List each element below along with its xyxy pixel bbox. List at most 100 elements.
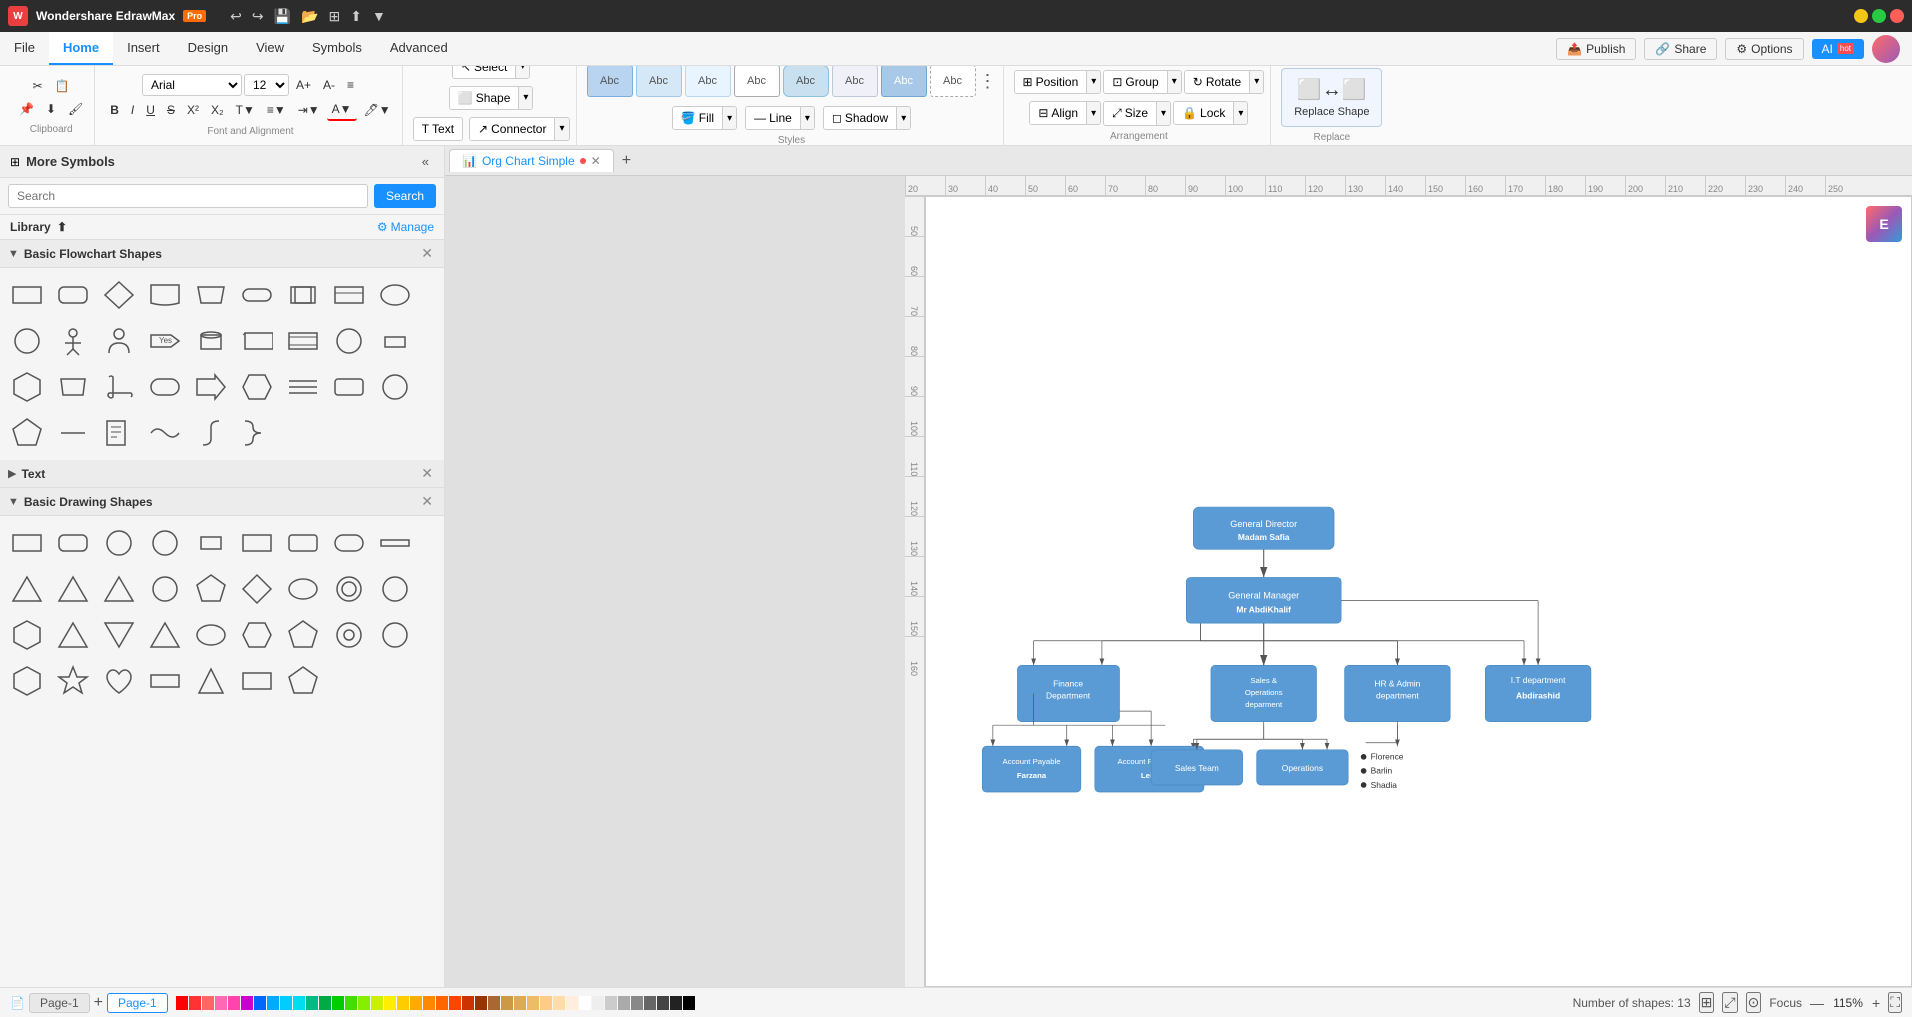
- shape-scroll[interactable]: [98, 366, 140, 408]
- ds-pent2[interactable]: [282, 614, 324, 656]
- publish-tb-btn[interactable]: ⬆: [346, 6, 366, 27]
- bold-btn[interactable]: B: [105, 100, 124, 120]
- fullscreen-btn[interactable]: ⛶: [1888, 992, 1902, 1013]
- ds-tri5[interactable]: [98, 614, 140, 656]
- shape-circle[interactable]: [6, 320, 48, 362]
- shape-wave[interactable]: [144, 412, 186, 454]
- tab-close-btn[interactable]: ✕: [591, 154, 601, 168]
- shape-label[interactable]: Yes: [144, 320, 186, 362]
- ds-circle2[interactable]: [144, 522, 186, 564]
- canvas[interactable]: General Director Madam Safia General Man…: [925, 196, 1912, 987]
- ds-ring[interactable]: [328, 568, 370, 610]
- shape-pentagon[interactable]: [6, 412, 48, 454]
- shape-circle3[interactable]: [374, 366, 416, 408]
- ai-btn[interactable]: AI hot: [1812, 39, 1864, 59]
- publish-btn[interactable]: 📤 Publish: [1556, 38, 1636, 60]
- ds-tri4[interactable]: [52, 614, 94, 656]
- menu-design[interactable]: Design: [174, 32, 242, 65]
- search-input[interactable]: [8, 184, 368, 208]
- color-darkgray[interactable]: [631, 996, 643, 1010]
- save-btn[interactable]: 💾: [270, 6, 295, 27]
- paste-btn[interactable]: 📌: [14, 99, 39, 119]
- shape-rect-sm[interactable]: [374, 320, 416, 362]
- shape-person2[interactable]: [98, 320, 140, 362]
- ds-circle3[interactable]: [144, 568, 186, 610]
- superscript-btn[interactable]: X²: [182, 100, 204, 120]
- color-red2[interactable]: [189, 996, 201, 1010]
- line-btn[interactable]: — Line ▾: [745, 106, 815, 130]
- shape-diamond[interactable]: [98, 274, 140, 316]
- shape-main[interactable]: ⬜ Shape: [450, 87, 519, 109]
- color-pink[interactable]: [215, 996, 227, 1010]
- color-peach2[interactable]: [553, 996, 565, 1010]
- rotate-btn[interactable]: ↻ Rotate ▾: [1184, 70, 1264, 94]
- indent-btn[interactable]: ⇥▼: [293, 100, 325, 120]
- ds-ellipse[interactable]: [282, 568, 324, 610]
- style-1[interactable]: Abc: [587, 66, 633, 97]
- add-tab-btn[interactable]: +: [616, 150, 637, 172]
- menu-file[interactable]: File: [0, 32, 49, 65]
- menu-insert[interactable]: Insert: [113, 32, 174, 65]
- ds-circle5[interactable]: [374, 614, 416, 656]
- ds-tri3[interactable]: [98, 568, 140, 610]
- select-main[interactable]: ↖ Select: [453, 66, 515, 78]
- ds-tri6[interactable]: [144, 614, 186, 656]
- color-orange-red[interactable]: [449, 996, 461, 1010]
- color-tan[interactable]: [501, 996, 513, 1010]
- shape-hexagon[interactable]: [236, 366, 278, 408]
- ds-hex3[interactable]: [236, 614, 278, 656]
- menu-symbols[interactable]: Symbols: [298, 32, 376, 65]
- italic-btn[interactable]: I: [126, 100, 139, 120]
- ds-rect3[interactable]: [236, 522, 278, 564]
- ds-rect-rounded[interactable]: [52, 522, 94, 564]
- shape-hex[interactable]: [6, 366, 48, 408]
- ds-circle[interactable]: [98, 522, 140, 564]
- position-btn[interactable]: ⊞ Position ▾: [1014, 70, 1102, 94]
- ds-diamond[interactable]: [236, 568, 278, 610]
- undo-btn[interactable]: ↩: [226, 6, 246, 27]
- shape-circle2[interactable]: [328, 320, 370, 362]
- color-orange3[interactable]: [436, 996, 448, 1010]
- color-orange[interactable]: [410, 996, 422, 1010]
- shape-rect-2[interactable]: [282, 274, 324, 316]
- share-btn[interactable]: 🔗 Share: [1644, 38, 1717, 60]
- font-size-increase-btn[interactable]: A+: [291, 75, 316, 95]
- format-painter-btn[interactable]: 🖌: [63, 99, 88, 119]
- manage-link[interactable]: ⚙ Manage: [377, 220, 434, 234]
- style-3[interactable]: Abc: [685, 66, 731, 97]
- text-main[interactable]: T Text: [414, 118, 462, 140]
- flowchart-section-close[interactable]: ✕: [418, 245, 436, 262]
- fill-btn[interactable]: 🪣 Fill ▾: [672, 106, 737, 130]
- style-4[interactable]: Abc: [734, 66, 780, 97]
- add-page-btn[interactable]: +: [94, 994, 103, 1012]
- select-arrow[interactable]: ▾: [515, 66, 529, 78]
- ds-pentagon[interactable]: [190, 568, 232, 610]
- ds-heart[interactable]: [98, 660, 140, 702]
- color-gray[interactable]: [605, 996, 617, 1010]
- ds-rect5[interactable]: [236, 660, 278, 702]
- ds-triangle[interactable]: [6, 568, 48, 610]
- color-darkgray2[interactable]: [644, 996, 656, 1010]
- color-purple[interactable]: [241, 996, 253, 1010]
- options-btn[interactable]: ⚙ Options: [1725, 38, 1803, 60]
- ds-hex2[interactable]: [6, 614, 48, 656]
- color-white[interactable]: [579, 996, 591, 1010]
- color-red3[interactable]: [202, 996, 214, 1010]
- list-btn[interactable]: ≡▼: [262, 100, 291, 120]
- menu-home[interactable]: Home: [49, 32, 113, 65]
- shape-rect-dbl[interactable]: [282, 320, 324, 362]
- shape-rect-side[interactable]: [236, 320, 278, 362]
- zoom-in-btn[interactable]: +: [1872, 995, 1880, 1011]
- subscript-btn[interactable]: X₂: [206, 100, 229, 120]
- copy-btn[interactable]: 📋: [50, 76, 75, 96]
- ds-hex4[interactable]: [6, 660, 48, 702]
- shape-doc2[interactable]: [98, 412, 140, 454]
- color-brown2[interactable]: [488, 996, 500, 1010]
- text-align-btn[interactable]: ≡: [342, 75, 359, 95]
- page-tab-active[interactable]: Page-1: [107, 993, 168, 1013]
- shape-stadium[interactable]: [236, 274, 278, 316]
- replace-shape-btn[interactable]: ⬜↔⬜ Replace Shape: [1281, 68, 1382, 127]
- drawing-section-close[interactable]: ✕: [418, 493, 436, 510]
- menu-view[interactable]: View: [242, 32, 298, 65]
- color-black[interactable]: [683, 996, 695, 1010]
